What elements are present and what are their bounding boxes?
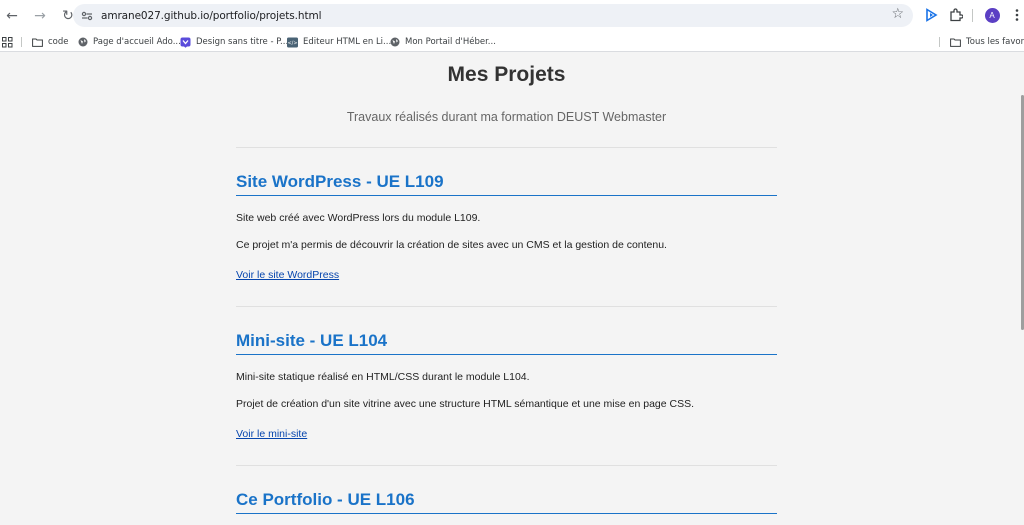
bookmark-label: Editeur HTML en Li... xyxy=(303,37,392,47)
project-description: Projet de création d'un site vitrine ave… xyxy=(236,398,695,410)
apps-grid-icon[interactable] xyxy=(2,35,13,49)
forward-arrow-icon[interactable]: → xyxy=(30,6,50,26)
project-wordpress: Site WordPress - UE L109 Site web créé a… xyxy=(236,171,777,283)
project-title: Mini-site - UE L104 xyxy=(236,330,777,355)
project-portfolio: Ce Portfolio - UE L106 xyxy=(236,489,777,525)
bookmark-hosting-portal[interactable]: Mon Portail d'Héber... xyxy=(389,35,496,49)
section-divider xyxy=(236,465,777,466)
bookmark-adobe[interactable]: Page d'accueil Ado... xyxy=(77,35,181,49)
profile-initial: A xyxy=(984,7,1000,23)
bookmark-label: Page d'accueil Ado... xyxy=(93,37,181,47)
page-content: Mes Projets Travaux réalisés durant ma f… xyxy=(0,53,1020,525)
address-bar[interactable]: amrane027.github.io/portfolio/projets.ht… xyxy=(73,4,913,27)
canva-icon xyxy=(180,37,191,48)
toolbar-divider xyxy=(972,9,973,22)
globe-icon xyxy=(77,37,88,48)
project-title: Site WordPress - UE L109 xyxy=(236,171,777,196)
project-title: Ce Portfolio - UE L106 xyxy=(236,489,777,514)
page-title: Mes Projets xyxy=(447,63,566,86)
folder-icon xyxy=(32,37,43,48)
section-divider xyxy=(236,147,777,148)
bookmark-code[interactable]: code xyxy=(32,35,69,49)
bookmarks-divider xyxy=(939,37,940,47)
bookmark-canva[interactable]: Design sans titre - P... xyxy=(180,35,288,49)
project-description: Site web créé avec WordPress lors du mod… xyxy=(236,212,481,224)
project-description: Ce projet m'a permis de découvrir la cré… xyxy=(236,239,667,251)
page-subtitle: Travaux réalisés durant ma formation DEU… xyxy=(346,110,667,124)
browser-toolbar: ← → ↻ amrane027.github.io/portfolio/proj… xyxy=(0,0,1024,31)
globe-icon xyxy=(389,37,400,48)
folder-icon xyxy=(950,37,961,48)
site-info-icon[interactable] xyxy=(80,9,94,23)
all-bookmarks-label: Tous les favoris xyxy=(966,37,1024,47)
bookmarks-bar: code Page d'accueil Ado... Design sans t… xyxy=(0,31,1024,52)
back-arrow-icon[interactable]: ← xyxy=(2,6,22,26)
mini-site-link[interactable]: Voir le mini-site xyxy=(236,427,307,441)
extensions-puzzle-icon[interactable] xyxy=(947,6,965,24)
project-description: Mini-site statique réalisé en HTML/CSS d… xyxy=(236,371,530,383)
more-menu-icon[interactable] xyxy=(1008,6,1024,24)
profile-avatar[interactable]: A xyxy=(983,6,1001,24)
section-divider xyxy=(236,306,777,307)
project-mini-site: Mini-site - UE L104 Mini-site statique r… xyxy=(236,330,777,442)
html-editor-icon: </> xyxy=(287,37,298,48)
wordpress-site-link[interactable]: Voir le site WordPress xyxy=(236,268,339,282)
bookmark-html-editor[interactable]: </> Editeur HTML en Li... xyxy=(287,35,391,49)
extension-play-icon[interactable] xyxy=(922,6,940,24)
bookmarks-divider xyxy=(21,37,22,47)
bookmark-star-icon[interactable]: ☆ xyxy=(891,6,904,22)
url-text: amrane027.github.io/portfolio/projets.ht… xyxy=(101,9,322,22)
bookmark-label: Mon Portail d'Héber... xyxy=(405,37,496,47)
all-bookmarks-button[interactable]: Tous les favoris xyxy=(950,35,1024,49)
bookmark-label: Design sans titre - P... xyxy=(196,37,289,47)
bookmark-label: code xyxy=(48,37,69,47)
svg-text:</>: </> xyxy=(287,40,297,46)
